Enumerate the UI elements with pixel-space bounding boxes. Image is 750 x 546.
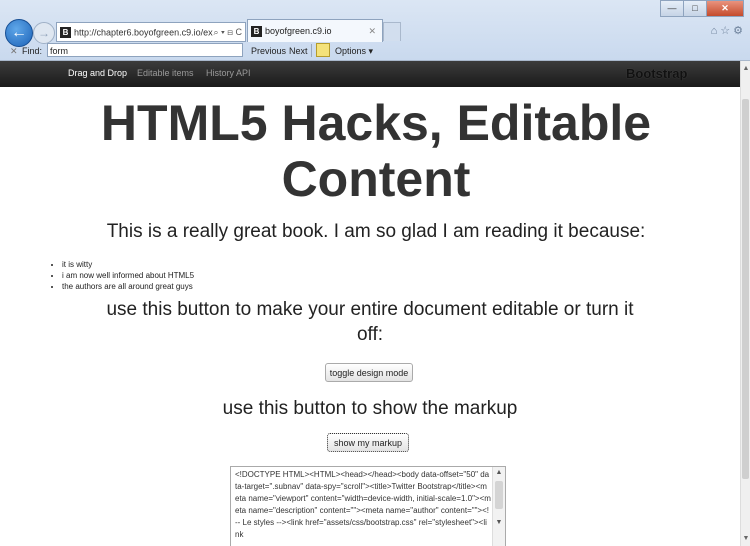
show-markup-button[interactable]: show my markup — [327, 433, 409, 452]
gear-icon[interactable]: ⚙ — [733, 25, 746, 37]
lead-text: This is a really great book. I am so gla… — [106, 221, 646, 242]
close-window-button[interactable]: ✕ — [706, 0, 744, 17]
tab-close-icon[interactable]: ✕ — [368, 20, 376, 42]
home-icon[interactable]: ⌂ — [711, 25, 721, 37]
markup-scroll-up-icon[interactable]: ▲ — [493, 469, 505, 476]
list-item: the authors are all around great guys — [62, 281, 194, 292]
page-title-line1: HTML5 Hacks, Editable — [100, 95, 652, 151]
page-title-line2: Content — [281, 151, 471, 207]
favorites-icon[interactable]: ☆ — [720, 25, 733, 37]
site-favicon-icon: B — [60, 27, 71, 39]
markup-content: <!DOCTYPE HTML><HTML><head></head><body … — [235, 470, 491, 539]
browser-tab[interactable]: Bboyofgreen.c9.io ✕ — [247, 19, 383, 42]
markup-textarea[interactable]: <!DOCTYPE HTML><HTML><head></head><body … — [230, 466, 506, 546]
address-bar[interactable]: Bhttp://chapter6.boyofgreen.c9.io/ex ⌕ ▾… — [56, 22, 246, 42]
page-title: HTML5 Hacks, Editable Content — [0, 95, 740, 207]
page-content: HTML5 Hacks, Editable Content This is a … — [0, 87, 740, 546]
maximize-button[interactable]: □ — [683, 0, 707, 17]
scroll-thumb[interactable] — [742, 99, 749, 479]
find-previous-button[interactable]: Previous — [251, 46, 286, 56]
browser-chrome: ← → Bhttp://chapter6.boyofgreen.c9.io/ex… — [0, 0, 750, 61]
window-controls: — □ ✕ — [660, 0, 744, 17]
tab-favicon-icon: B — [251, 26, 262, 38]
page-scrollbar[interactable]: ▲ ▼ — [740, 61, 750, 546]
markup-scroll-thumb[interactable] — [495, 481, 503, 509]
find-bar: ✕ Find: form Previous Next Options ▾ — [0, 42, 750, 60]
find-options-button[interactable]: Options ▾ — [335, 46, 373, 57]
markup-scrollbar[interactable]: ▲ ▼ — [492, 467, 505, 546]
markup-instructions: use this button to show the markup — [222, 398, 518, 419]
toggle-design-mode-button[interactable]: toggle design mode — [325, 363, 413, 382]
find-next-button[interactable]: Next — [289, 46, 308, 56]
find-label: Find: — [22, 46, 43, 56]
nav-item-drag-and-drop[interactable]: Drag and Drop — [68, 68, 127, 78]
scroll-up-icon[interactable]: ▲ — [741, 65, 750, 72]
design-mode-instructions: use this button to make your entire docu… — [60, 297, 680, 347]
toolbar-icons: ⌂☆⚙ — [711, 24, 746, 37]
markup-scroll-down-icon[interactable]: ▼ — [493, 519, 505, 526]
forward-button[interactable]: → — [33, 22, 55, 44]
design-mode-line2: off: — [356, 324, 384, 345]
navbar-brand[interactable]: Bootstrap — [626, 66, 687, 81]
address-controls[interactable]: ⌕ ▾ ⊟ C — [213, 23, 242, 41]
nav-item-history-api[interactable]: History API — [206, 68, 251, 78]
tab-title: boyofgreen.c9.io — [265, 26, 332, 36]
list-item: it is witty — [62, 259, 194, 270]
find-close-icon[interactable]: ✕ — [10, 46, 18, 57]
nav-item-editable-items[interactable]: Editable items — [137, 68, 194, 78]
highlight-icon[interactable] — [316, 43, 330, 57]
find-input[interactable]: form — [47, 43, 243, 57]
top-navbar: Drag and Drop Editable items History API… — [0, 61, 740, 87]
design-mode-line1: use this button to make your entire docu… — [106, 299, 634, 320]
new-tab-button[interactable] — [383, 22, 401, 41]
minimize-button[interactable]: — — [660, 0, 684, 17]
list-item: i am now well informed about HTML5 — [62, 270, 194, 281]
find-separator — [311, 44, 312, 57]
scroll-down-icon[interactable]: ▼ — [741, 535, 750, 542]
address-url: http://chapter6.boyofgreen.c9.io/ex — [74, 27, 213, 38]
reasons-list: it is witty i am now well informed about… — [48, 259, 194, 292]
